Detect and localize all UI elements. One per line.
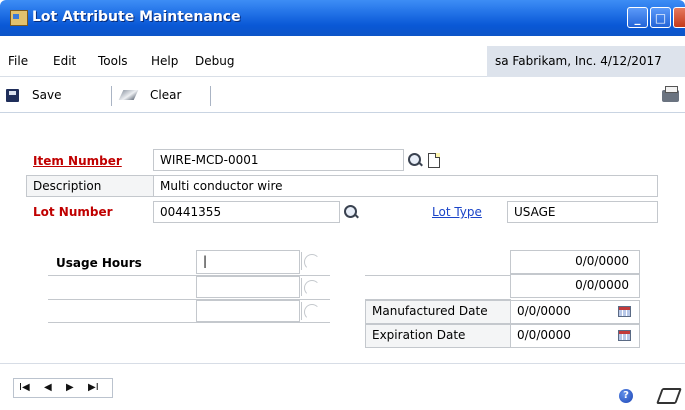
close-button[interactable] (673, 7, 685, 28)
lot-type-link[interactable]: Lot Type (432, 205, 482, 219)
maximize-button[interactable]: □ (650, 7, 671, 28)
calendar-icon[interactable] (618, 306, 631, 317)
clear-label: Clear (150, 88, 182, 102)
attribute-option-icon[interactable] (301, 252, 320, 270)
menu-tools[interactable]: Tools (98, 54, 128, 68)
previous-record-button[interactable]: ◀ (44, 382, 52, 393)
manufactured-date-label: Manufactured Date (365, 300, 511, 324)
window-title: Lot Attribute Maintenance (32, 9, 241, 25)
eraser-icon (118, 90, 139, 100)
lot-number-field[interactable]: 00441355 (153, 201, 340, 223)
expiration-date-label: Expiration Date (365, 324, 511, 348)
next-record-button[interactable]: ▶ (66, 382, 74, 393)
item-number-label[interactable]: Item Number (33, 154, 122, 168)
attribute-input[interactable] (196, 300, 300, 322)
calendar-icon[interactable] (618, 330, 631, 341)
attribute-option-icon[interactable] (301, 302, 320, 320)
grid-line (365, 275, 511, 276)
lot-attribute-maintenance-window: Lot Attribute Maintenance _ □ File Edit … (0, 0, 685, 410)
title-bar[interactable]: Lot Attribute Maintenance _ □ (0, 0, 685, 36)
first-record-button[interactable]: I◀ (19, 382, 30, 393)
window-note-icon[interactable] (656, 388, 682, 404)
lot-type-field: USAGE (507, 201, 658, 223)
record-navigation: I◀ ◀ ▶ ▶I (13, 378, 113, 398)
menu-file[interactable]: File (8, 54, 28, 68)
toolbar-separator (111, 86, 112, 106)
menu-help[interactable]: Help (151, 54, 178, 68)
form-area: Item Number WIRE-MCD-0001 Description Mu… (0, 113, 685, 363)
save-icon (6, 89, 19, 102)
status-bar: I◀ ◀ ▶ ▶I ? (0, 363, 685, 410)
date-field-1: 0/0/0000 (510, 250, 640, 274)
item-number-field[interactable]: WIRE-MCD-0001 (153, 149, 404, 171)
help-icon[interactable]: ? (619, 389, 633, 403)
item-note-icon[interactable] (428, 153, 440, 168)
attribute-input[interactable] (196, 276, 300, 298)
toolbar-separator (210, 86, 211, 106)
user-company-date: sa Fabrikam, Inc. 4/12/2017 (487, 46, 685, 77)
date-field-2: 0/0/0000 (510, 274, 640, 298)
grid-line (48, 322, 330, 323)
item-lookup-icon[interactable] (408, 153, 422, 167)
description-field[interactable]: Multi conductor wire (153, 175, 658, 197)
app-icon (10, 10, 28, 26)
menu-edit[interactable]: Edit (53, 54, 76, 68)
menu-debug[interactable]: Debug (195, 54, 234, 68)
usage-hours-input[interactable]: | (196, 250, 300, 274)
description-label: Description (26, 175, 154, 197)
save-label: Save (32, 88, 62, 102)
printer-icon[interactable] (662, 86, 679, 102)
toolbar: Save Clear (0, 78, 685, 113)
lot-lookup-icon[interactable] (344, 205, 358, 219)
lot-number-label: Lot Number (33, 205, 113, 219)
minimize-button[interactable]: _ (627, 7, 648, 28)
attribute-option-icon[interactable] (301, 278, 320, 296)
last-record-button[interactable]: ▶I (88, 382, 99, 393)
usage-hours-label: Usage Hours (56, 256, 142, 270)
